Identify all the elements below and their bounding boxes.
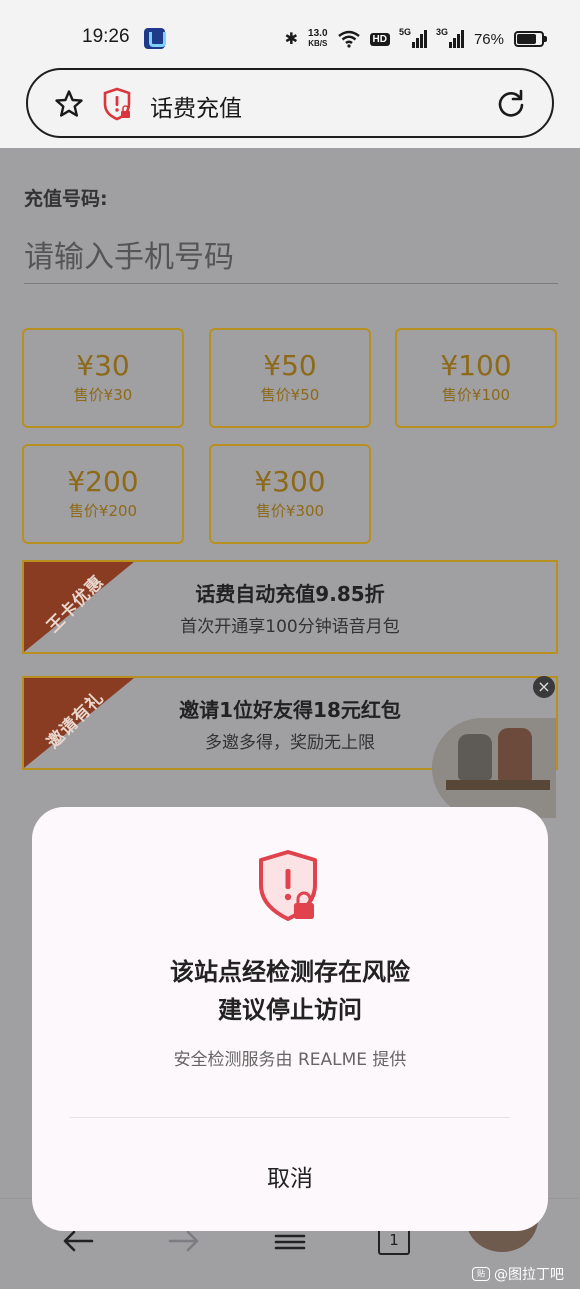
promo-ribbon: 邀请有礼 xyxy=(24,678,134,768)
signal-3g-icon: 3G xyxy=(436,27,464,48)
watermark: 贴 @图拉丁吧 xyxy=(472,1264,564,1284)
phone-number-input[interactable]: 请输入手机号码 xyxy=(24,226,558,284)
dialog-subtitle: 安全检测服务由 REALME 提供 xyxy=(173,1050,407,1070)
dialog-title: 该站点经检测存在风险 建议停止访问 xyxy=(170,958,410,1024)
floating-ad-image[interactable] xyxy=(432,718,556,818)
bluetooth-icon: ✱ xyxy=(284,31,299,48)
tieba-logo-icon: 贴 xyxy=(472,1267,490,1281)
forward-arrow-icon[interactable] xyxy=(166,1227,202,1255)
security-risk-dialog: 该站点经检测存在风险 建议停止访问 安全检测服务由 REALME 提供 取消 xyxy=(32,807,548,1231)
wifi-icon xyxy=(337,30,360,48)
promo-subtitle: 首次开通享100分钟语音月包 xyxy=(180,617,400,637)
cancel-button[interactable]: 取消 xyxy=(32,1159,548,1193)
status-bar: 19:26 ✱ 13.0 KB/S HD 5G 3G 76% xyxy=(0,0,580,64)
dialog-divider xyxy=(70,1117,510,1118)
browser-toolbar: 话费充值 xyxy=(0,64,580,148)
network-speed: 13.0 KB/S xyxy=(308,28,328,49)
menu-icon[interactable] xyxy=(272,1227,308,1255)
promo-ribbon: 王卡优惠 xyxy=(24,562,134,652)
phone-label: 充值号码: xyxy=(24,188,108,210)
battery-percent: 76% xyxy=(473,30,504,48)
bookmark-star-icon[interactable] xyxy=(54,89,84,119)
status-indicators: ✱ 13.0 KB/S HD 5G 3G 76% xyxy=(284,27,547,50)
security-warning-icon[interactable] xyxy=(102,87,132,121)
recharge-option-300[interactable]: ¥300 售价¥300 xyxy=(209,444,371,544)
recharge-option-30[interactable]: ¥30 售价¥30 xyxy=(22,328,184,428)
recharge-option-200[interactable]: ¥200 售价¥200 xyxy=(22,444,184,544)
hd-voice-icon: HD xyxy=(369,32,390,46)
recharge-option-100[interactable]: ¥100 售价¥100 xyxy=(395,328,557,428)
shield-warning-icon xyxy=(259,850,317,921)
back-arrow-icon[interactable] xyxy=(60,1227,96,1255)
reload-icon[interactable] xyxy=(496,88,526,118)
status-time: 19:26 xyxy=(82,26,130,47)
recharge-option-50[interactable]: ¥50 售价¥50 xyxy=(209,328,371,428)
close-floating-ad-icon[interactable]: × xyxy=(533,676,555,698)
promo-title: 话费自动充值9.85折 xyxy=(195,582,385,606)
address-bar[interactable]: 话费充值 xyxy=(26,68,554,138)
page-title: 话费充值 xyxy=(150,96,242,122)
signal-5g-icon: 5G xyxy=(399,27,427,48)
app-notification-icon xyxy=(144,28,166,49)
battery-icon xyxy=(514,31,547,47)
promo-banner-auto-recharge[interactable]: 王卡优惠 话费自动充值9.85折 首次开通享100分钟语音月包 xyxy=(22,560,558,654)
